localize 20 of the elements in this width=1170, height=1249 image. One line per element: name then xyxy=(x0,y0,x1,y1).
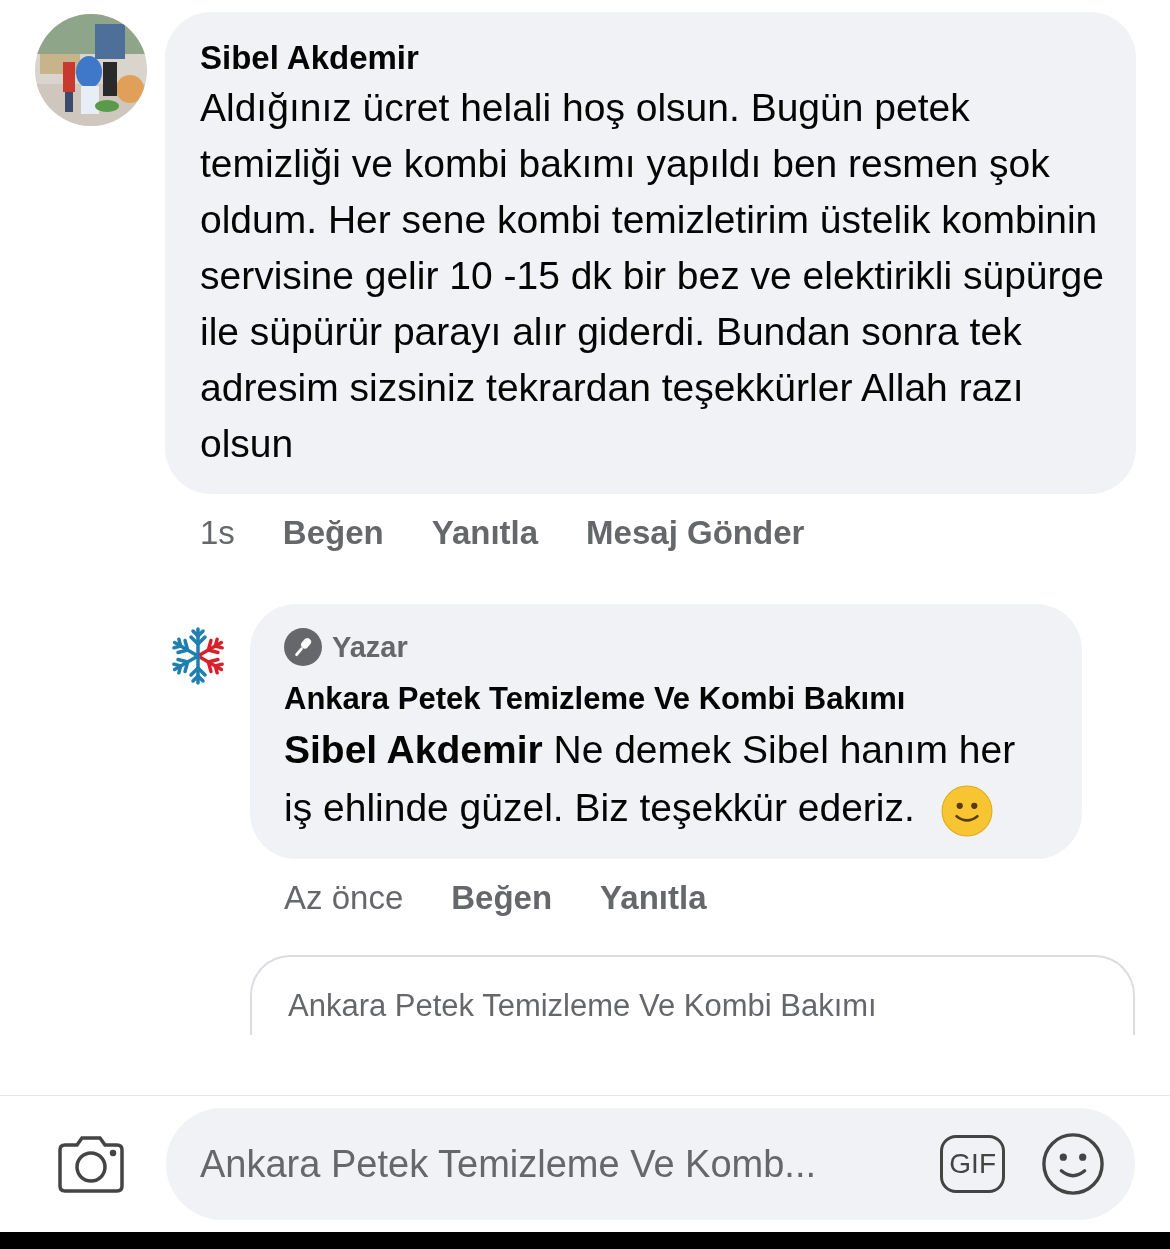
comment-input-field[interactable]: Ankara Petek Temizleme Ve Komb... GIF xyxy=(166,1108,1135,1220)
comment-action-link[interactable]: Mesaj Gönder xyxy=(586,508,805,558)
draft-card-title: Ankara Petek Temizleme Ve Kombi Bakımı xyxy=(288,987,877,1023)
comment-time: Az önce xyxy=(284,878,404,918)
comment-action-link[interactable]: Beğen xyxy=(282,508,384,558)
comment-time: 1s xyxy=(200,513,235,553)
comment-input[interactable]: Ankara Petek Temizleme Ve Komb... xyxy=(200,1135,927,1193)
camera-icon[interactable] xyxy=(56,1134,126,1194)
microphone-badge-icon xyxy=(284,628,322,667)
comment-author: Sibel Akdemir xyxy=(200,38,420,78)
comment-action-link[interactable]: Beğen xyxy=(451,873,553,923)
comment-action-link[interactable]: Yanıtla xyxy=(600,873,707,923)
author-label: Yazar xyxy=(332,629,408,665)
gif-button[interactable]: GIF xyxy=(940,1135,1005,1193)
smiley-emoji-icon xyxy=(940,784,993,837)
emoji-icon[interactable] xyxy=(1041,1132,1105,1196)
reply-text: Sibel Akdemir Ne demek Sibel hanım her iş ehlinde güzel. Biz teşekkür ederiz. xyxy=(284,721,1052,837)
comment-text: Aldığınız ücret helali hoş olsun. Bugün petek temizliği ve kombi bakımı yapıldı ben resmen şok oldum. Her sene kombi temizletirim üstelik kombinin servisine gelir 10 -15 dk bir bez ve elektirikli süpürge ile süpürür parayı alır giderdi. Bundan sonra tek adresim sizsiniz tekrardan teşekkürler Allah razı olsun xyxy=(200,85,1105,467)
reply-author: Ankara Petek Temizleme Ve Kombi Bakımı xyxy=(284,680,907,718)
comment-action-link[interactable]: Yanıtla xyxy=(431,508,539,558)
